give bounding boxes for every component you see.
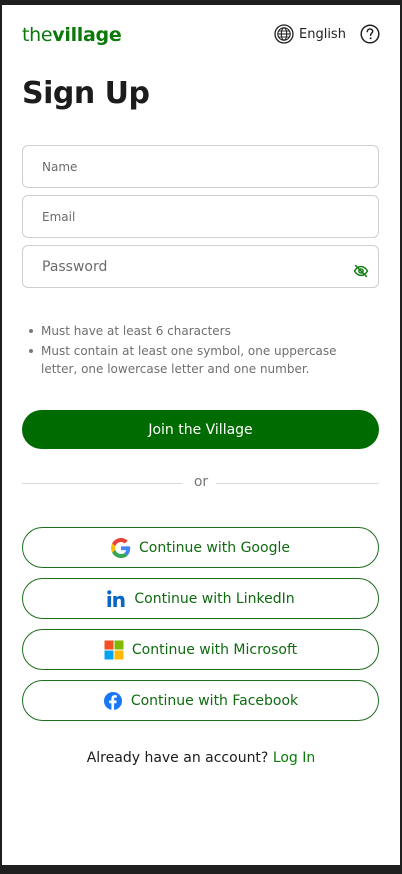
- divider-line-right: [216, 483, 379, 484]
- facebook-signin-button[interactable]: Continue with Facebook: [22, 680, 379, 721]
- google-icon: [111, 537, 131, 558]
- microsoft-button-label: Continue with Microsoft: [131, 641, 298, 658]
- page-title: Sign Up: [22, 76, 150, 111]
- login-prompt: Already have an account? Log In: [2, 750, 400, 766]
- brand-logo[interactable]: thevillage: [22, 24, 122, 46]
- logo-suffix: village: [52, 24, 122, 46]
- logo-prefix: the: [22, 24, 53, 46]
- linkedin-icon: [107, 589, 125, 607]
- microsoft-signin-button[interactable]: Continue with Microsoft: [22, 629, 379, 670]
- divider-line-left: [22, 483, 182, 484]
- google-signin-button[interactable]: Continue with Google: [22, 527, 379, 568]
- divider-label: or: [193, 474, 209, 490]
- facebook-button-label: Continue with Facebook: [130, 692, 299, 709]
- join-button[interactable]: Join the Village: [22, 410, 379, 449]
- email-input[interactable]: [23, 196, 378, 237]
- help-icon[interactable]: [360, 24, 380, 44]
- linkedin-signin-button[interactable]: Continue with LinkedIn: [22, 578, 379, 619]
- password-field[interactable]: [22, 245, 379, 288]
- requirement-item: Must contain at least one symbol, one up…: [28, 342, 358, 378]
- eye-off-icon[interactable]: [353, 263, 369, 279]
- password-requirements: Must have at least 6 characters Must con…: [28, 322, 358, 380]
- or-divider: or: [22, 474, 379, 492]
- email-field[interactable]: [22, 195, 379, 238]
- language-label: English: [299, 26, 346, 42]
- microsoft-icon: [104, 640, 124, 659]
- login-link[interactable]: Log In: [273, 750, 315, 766]
- name-input[interactable]: [23, 146, 378, 187]
- login-prompt-text: Already have an account?: [86, 750, 269, 766]
- language-selector[interactable]: English: [274, 24, 346, 44]
- google-button-label: Continue with Google: [139, 539, 290, 556]
- name-field[interactable]: [22, 145, 379, 188]
- signup-page: thevillage English Sign Up Must ha: [2, 5, 400, 865]
- globe-icon: [274, 24, 294, 44]
- requirement-item: Must have at least 6 characters: [28, 322, 358, 340]
- facebook-icon: [103, 691, 122, 710]
- password-input[interactable]: [23, 246, 378, 287]
- linkedin-button-label: Continue with LinkedIn: [134, 590, 295, 607]
